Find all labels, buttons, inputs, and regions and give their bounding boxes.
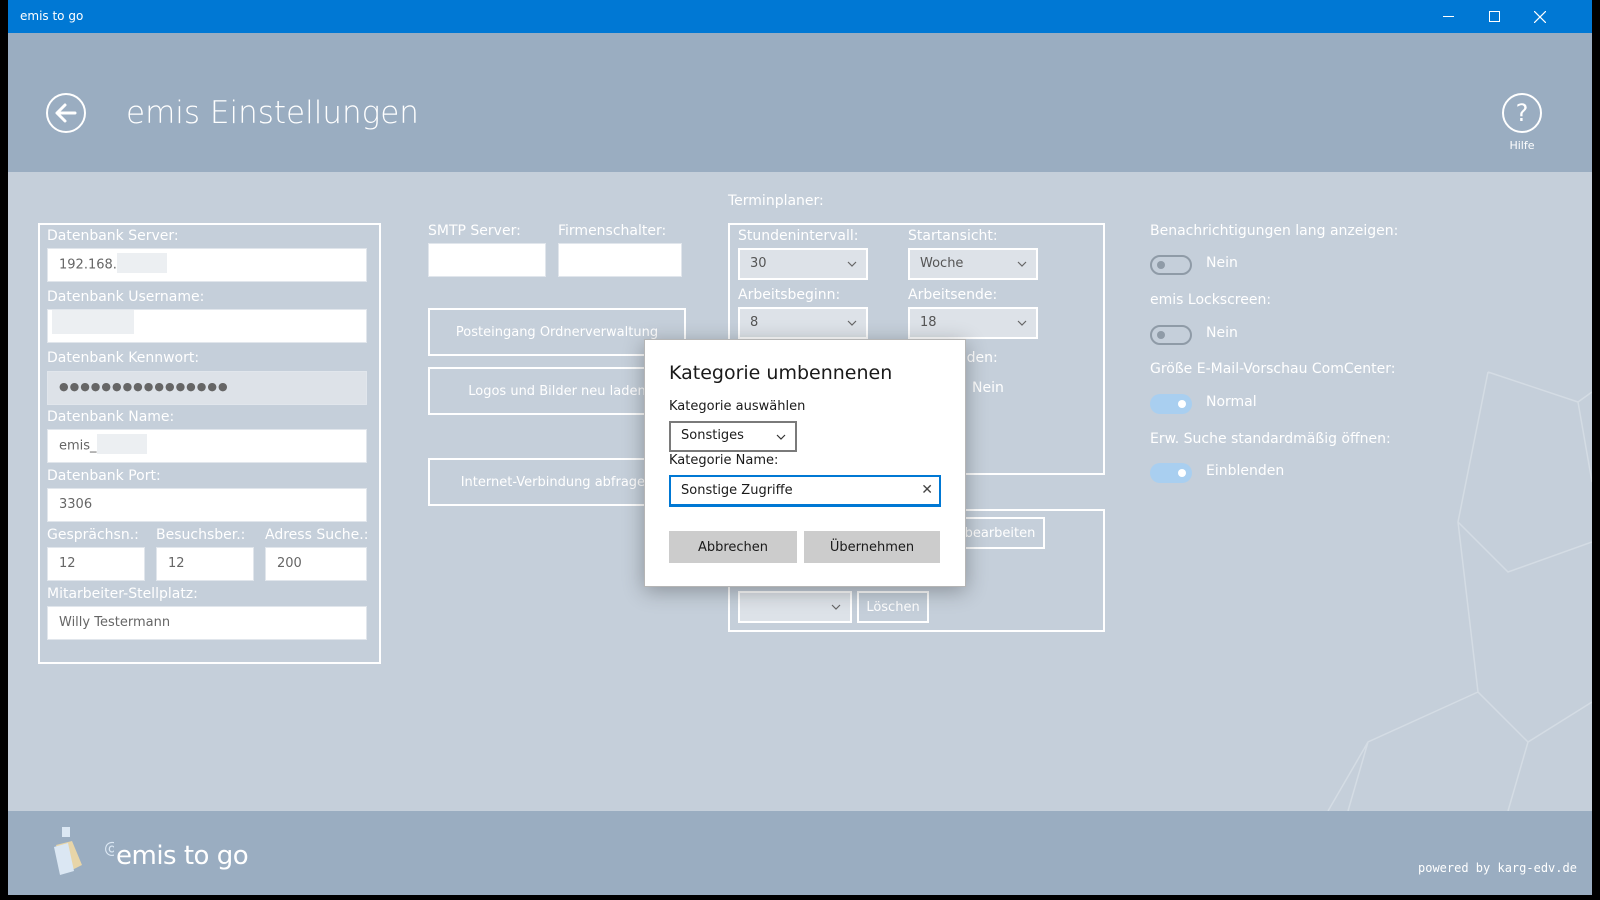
db-server-input[interactable]: 192.168. [47,248,367,282]
db-password-label: Datenbank Kennwort: [47,350,200,366]
partial-toggle-value: Nein [972,380,1004,396]
app-logo-icon: @ [54,827,114,875]
stundenintervall-value: 30 [750,256,767,271]
toggle-knob [1157,331,1165,339]
startansicht-select[interactable]: Woche [908,248,1038,280]
arbeitsbeginn-label: Arbeitsbeginn: [738,287,841,303]
chevron-down-icon [776,434,786,440]
suche-value: Einblenden [1206,463,1285,479]
toggle-knob [1178,400,1186,408]
smtp-input[interactable] [428,243,546,277]
lockscreen-toggle[interactable] [1150,325,1192,345]
db-server-value: 192.168. [59,257,117,273]
redacted-block [96,434,147,454]
dialog-name-label: Kategorie Name: [669,453,779,468]
db-password-input[interactable]: ●●●●●●●●●●●●●●●● [47,371,367,405]
chevron-down-icon [831,604,841,610]
page-title: emis Einstellungen [126,95,419,131]
cancel-button[interactable]: Abbrechen [669,531,797,563]
stundenintervall-label: Stundenintervall: [738,228,859,244]
db-name-input[interactable]: emis_ [47,429,367,463]
category-name-input[interactable]: Sonstige Zugriffe ✕ [669,475,941,507]
toggle-knob [1178,469,1186,477]
benachrichtigungen-label: Benachrichtigungen lang anzeigen: [1150,223,1399,239]
category-name-value: Sonstige Zugriffe [681,483,793,498]
window-title: emis to go [20,9,84,23]
smtp-label: SMTP Server: [428,223,521,239]
close-icon[interactable] [1517,0,1563,33]
arbeitsende-select[interactable]: 18 [908,307,1038,339]
footer: @ emis to go powered by karg-edv.de [8,811,1592,895]
startansicht-value: Woche [920,256,964,271]
db-name-label: Datenbank Name: [47,409,175,425]
chevron-down-icon [847,320,857,326]
vorschau-value: Normal [1206,394,1257,410]
arbeitsende-value: 18 [920,315,937,330]
db-username-label: Datenbank Username: [47,289,205,305]
footer-logo-text: emis to go [116,841,249,871]
category-select-value: Sonstiges [681,428,744,443]
arbeitsbeginn-select[interactable]: 8 [738,307,868,339]
adress-input[interactable]: 200 [265,547,367,581]
db-server-label: Datenbank Server: [47,228,179,244]
chevron-down-icon [1017,261,1027,267]
besuch-label: Besuchsber.: [156,527,246,543]
redacted-block [116,253,167,273]
category-select[interactable]: Sonstiges [669,421,797,452]
gespraech-label: Gesprächsn.: [47,527,139,543]
help-label[interactable]: Hilfe [1502,139,1542,152]
title-bar: emis to go [8,0,1592,33]
gespraech-input[interactable]: 12 [47,547,145,581]
powered-by-link[interactable]: powered by karg-edv.de [1418,861,1577,875]
chevron-down-icon [1017,320,1027,326]
toggle-knob [1157,261,1165,269]
adress-label: Adress Suche.: [265,527,369,543]
db-name-value: emis_ [59,438,97,454]
clear-icon[interactable]: ✕ [921,482,933,498]
arbeitsende-label: Arbeitsende: [908,287,998,303]
apply-button[interactable]: Übernehmen [804,531,940,563]
mitarbeiter-label: Mitarbeiter-Stellplatz: [47,586,198,602]
back-arrow-icon[interactable] [46,93,86,133]
rename-category-dialog: Kategorie umbennenen Kategorie auswählen… [644,339,966,587]
bearbeiten-button[interactable]: bearbeiten [955,517,1045,549]
kategorie-select[interactable] [738,591,852,623]
lockscreen-value: Nein [1206,325,1238,341]
db-port-label: Datenbank Port: [47,468,161,484]
firmen-input[interactable] [558,243,682,277]
redacted-block [52,310,134,334]
dialog-title: Kategorie umbennenen [669,362,893,384]
loeschen-button[interactable]: Löschen [857,591,929,623]
dialog-select-label: Kategorie auswählen [669,399,806,414]
svg-text:@: @ [104,838,114,857]
startansicht-label: Startansicht: [908,228,998,244]
vorschau-toggle[interactable] [1150,394,1192,414]
benachrichtigungen-value: Nein [1206,255,1238,271]
arbeitsbeginn-value: 8 [750,315,759,330]
help-icon[interactable]: ? [1502,93,1542,133]
app-window: emis to go emis Einstellungen ? Hilfe Da… [8,0,1592,895]
db-port-input[interactable]: 3306 [47,488,367,522]
lockscreen-label: emis Lockscreen: [1150,292,1272,308]
mitarbeiter-input[interactable]: Willy Testermann [47,606,367,640]
benachrichtigungen-toggle[interactable] [1150,255,1192,275]
maximize-icon[interactable] [1471,0,1517,33]
db-username-input[interactable] [47,309,367,343]
besuch-input[interactable]: 12 [156,547,254,581]
decorative-background [1327,371,1592,811]
minimize-icon[interactable] [1425,0,1471,33]
chevron-down-icon [847,261,857,267]
suche-toggle[interactable] [1150,463,1192,483]
terminplaner-heading: Terminplaner: [728,193,824,209]
firmen-label: Firmenschalter: [558,223,667,239]
stundenintervall-select[interactable]: 30 [738,248,868,280]
page-header: emis Einstellungen ? Hilfe [8,33,1592,172]
